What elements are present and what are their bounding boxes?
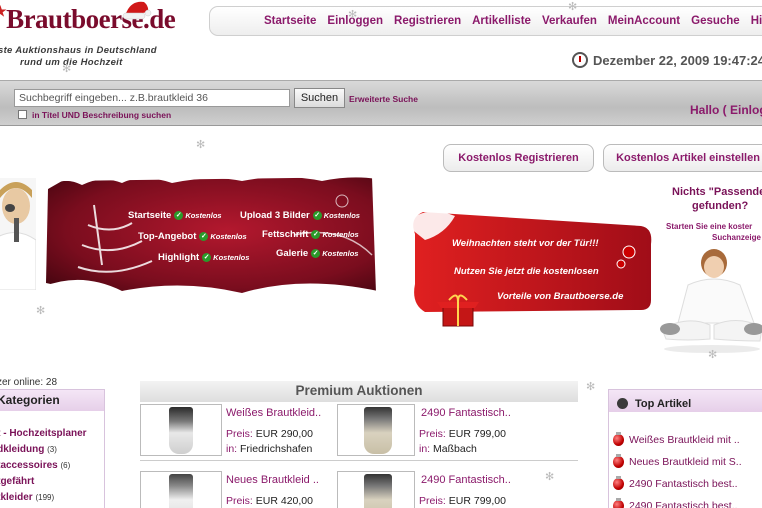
category-item[interactable]: ndkleidung (3) (0, 444, 57, 455)
site-logo[interactable]: ★Brautboerse.de rste Auktionshaus in Deu… (0, 1, 194, 74)
auction-thumbnail[interactable] (140, 404, 222, 456)
auction-thumbnail[interactable] (140, 471, 222, 508)
register-free-button[interactable]: Kostenlos Registrieren (443, 144, 594, 172)
auction-price: Preis: EUR 799,00 (419, 428, 506, 440)
top-articles-title: Top Artikel (635, 397, 692, 410)
date-display: Dezember 22, 2009 19:47:24 (572, 52, 762, 68)
auction-thumbnail[interactable] (337, 404, 415, 456)
top-article-item[interactable]: Weißes Brautkleid mit .. (613, 432, 740, 446)
christmas-line: Vorteile von Brautboerse.de (497, 291, 624, 302)
greeting-text[interactable]: Hallo ( Einlogg (690, 103, 762, 117)
promo-item: Fettschrift ✓ Kostenlos (262, 229, 359, 240)
logo-tagline: rste Auktionshaus in Deutschland (0, 45, 157, 56)
snowflake-icon: ✻ (36, 305, 46, 317)
list-item-free-button[interactable]: Kostenlos Artikel einstellen (603, 144, 762, 172)
categories-title: Kategorien (0, 390, 104, 411)
categories-panel: Kategorien nt - Hochzeitsplaner ndkleidu… (0, 389, 105, 508)
main-nav: Startseite Einloggen Registrieren Artike… (209, 6, 762, 36)
side-ad-heading[interactable]: Nichts "Passende (672, 186, 762, 198)
nav-hilfe[interactable]: Hilfe (751, 15, 762, 27)
check-icon: ✓ (199, 231, 209, 241)
auction-location: in: Friedrichshafen (226, 443, 313, 455)
ornament-icon (613, 454, 624, 468)
auction-price: Preis: EUR 799,00 (419, 495, 506, 507)
check-icon: ✓ (311, 248, 321, 258)
check-icon: ✓ (174, 210, 184, 220)
premium-auctions-title: Premium Auktionen (140, 381, 578, 402)
side-ad-text-2[interactable]: Suchanzeige (712, 233, 761, 242)
side-ad-text[interactable]: Starten Sie eine koster (666, 222, 752, 231)
snowflake-icon: ✻ (568, 1, 578, 13)
auction-location: in: Maßbach (419, 443, 477, 455)
search-button[interactable]: Suchen (294, 88, 345, 108)
nav-verkaufen[interactable]: Verkaufen (542, 15, 597, 27)
snowflake-icon: ✻ (62, 63, 72, 75)
snowflake-icon: ✻ (586, 381, 596, 393)
datetime-text: Dezember 22, 2009 19:47:24 (593, 52, 762, 68)
logo-tagline-2: rund um die Hochzeit (20, 57, 123, 68)
auction-price: Preis: EUR 420,00 (226, 495, 313, 507)
top-article-item[interactable]: Neues Brautkleid mit S.. (613, 454, 742, 468)
santa-hat-icon (122, 1, 152, 20)
category-item[interactable]: utaccessoires (6) (0, 460, 70, 471)
baby-photo (660, 249, 762, 353)
auction-item[interactable]: 2490 Fantastisch.. Preis: EUR 799,00 (337, 471, 557, 508)
auction-price: Preis: EUR 290,00 (226, 428, 313, 440)
ornament-icon (613, 432, 624, 446)
side-ad-heading-2[interactable]: gefunden? (692, 200, 748, 212)
ornament-icon (613, 498, 624, 508)
christmas-line: Nutzen Sie jetzt die kostenlosen (454, 266, 599, 277)
top-article-item[interactable]: 2490 Fantastisch best.. (613, 498, 738, 508)
promo-item: Upload 3 Bilder ✓ Kostenlos (240, 210, 360, 221)
nav-meinaccount[interactable]: MeinAccount (608, 15, 680, 27)
promo-item: Startseite ✓ Kostenlos (128, 210, 222, 221)
category-item[interactable]: utgefährt (0, 476, 34, 487)
promo-item: Top-Angebot ✓ Kostenlos (138, 231, 247, 242)
check-icon: ✓ (202, 252, 212, 262)
users-online: zer online: 28 (0, 377, 58, 388)
snowflake-icon: ✻ (348, 9, 358, 21)
snowflake-icon: ✻ (196, 139, 206, 151)
auction-item[interactable]: Weißes Brautkleid.. Preis: EUR 290,00 in… (140, 404, 360, 458)
check-icon: ✓ (311, 229, 321, 239)
search-input[interactable] (14, 89, 290, 107)
category-item[interactable]: nt - Hochzeitsplaner (0, 428, 87, 439)
snowflake-icon: ✻ (708, 349, 718, 361)
auction-title[interactable]: Neues Brautkleid .. (226, 474, 319, 486)
nav-gesuche[interactable]: Gesuche (691, 15, 740, 27)
title-description-checkbox[interactable] (18, 110, 27, 119)
nav-registrieren[interactable]: Registrieren (394, 15, 461, 27)
promo-item: Highlight ✓ Kostenlos (158, 252, 250, 263)
auction-item[interactable]: Neues Brautkleid .. Preis: EUR 420,00 (140, 471, 360, 508)
top-articles-panel: Top Artikel Weißes Brautkleid mit .. Neu… (608, 389, 762, 508)
auction-item[interactable]: 2490 Fantastisch.. Preis: EUR 799,00 in:… (337, 404, 557, 458)
nav-artikelliste[interactable]: Artikelliste (472, 15, 531, 27)
bullet-icon (617, 398, 628, 409)
nav-startseite[interactable]: Startseite (264, 15, 316, 27)
auction-thumbnail[interactable] (337, 471, 415, 508)
bride-photo (0, 178, 36, 290)
promo-item: Galerie ✓ Kostenlos (276, 248, 359, 259)
checkbox-label: in Titel UND Beschreibung suchen (32, 110, 172, 120)
auction-title[interactable]: Weißes Brautkleid.. (226, 407, 321, 419)
check-icon: ✓ (312, 210, 322, 220)
advanced-search-link[interactable]: Erweiterte Suche (349, 94, 418, 104)
top-article-item[interactable]: 2490 Fantastisch best.. (613, 476, 738, 490)
clock-icon (572, 52, 588, 68)
divider (140, 460, 578, 461)
auction-title[interactable]: 2490 Fantastisch.. (421, 474, 511, 486)
auction-title[interactable]: 2490 Fantastisch.. (421, 407, 511, 419)
category-item[interactable]: utkleider (199) (0, 492, 54, 503)
search-bar: Suchen Erweiterte Suche in Titel UND Bes… (0, 80, 762, 126)
ornament-icon (613, 476, 624, 490)
christmas-line: Weihnachten steht vor der Tür!!! (452, 238, 599, 249)
